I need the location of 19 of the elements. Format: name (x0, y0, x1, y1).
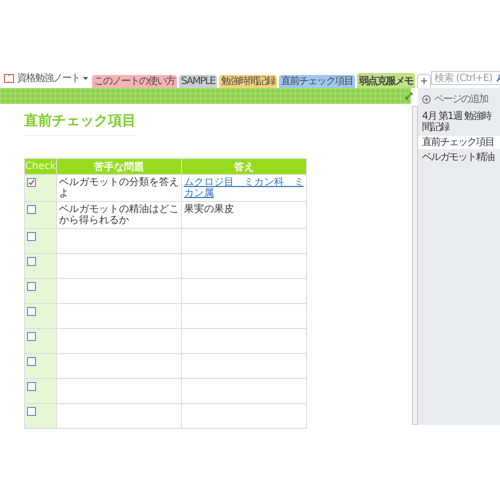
section-tab[interactable]: このノートの使い方 (92, 75, 177, 88)
search-field[interactable]: 検索 (Ctrl+E) (431, 71, 500, 85)
section-tab[interactable]: 勉強時間記録 (218, 75, 277, 88)
add-section-tab[interactable]: + (416, 74, 432, 88)
page-item[interactable]: 直前チェック項目 (418, 136, 500, 149)
page-item[interactable]: ベルガモット精油 (418, 151, 500, 164)
column-header: 苦手な問題 (56, 158, 182, 174)
question-text: ベルガモットの精油はどこから得られるか (58, 204, 179, 226)
section-tab[interactable]: SAMPLE (179, 75, 217, 88)
column-header: Check (24, 158, 56, 174)
question-text: ベルガモットの分類を答えよ (58, 177, 179, 199)
notebook-menu[interactable]: 資格勉強ノート (0, 71, 92, 88)
answer-text: 果実の果皮 (184, 204, 234, 215)
section-tab[interactable]: 直前チェック項目 (278, 75, 355, 88)
column-header: 答え (181, 158, 306, 174)
page-item[interactable]: 4月 第1週 勉強時間記録 (418, 110, 500, 134)
page-title: 直前チェック項目 (24, 112, 136, 136)
section-tab[interactable]: 弱点克服メモ (356, 73, 415, 88)
add-page-button[interactable]: ページの追加 (418, 90, 500, 108)
